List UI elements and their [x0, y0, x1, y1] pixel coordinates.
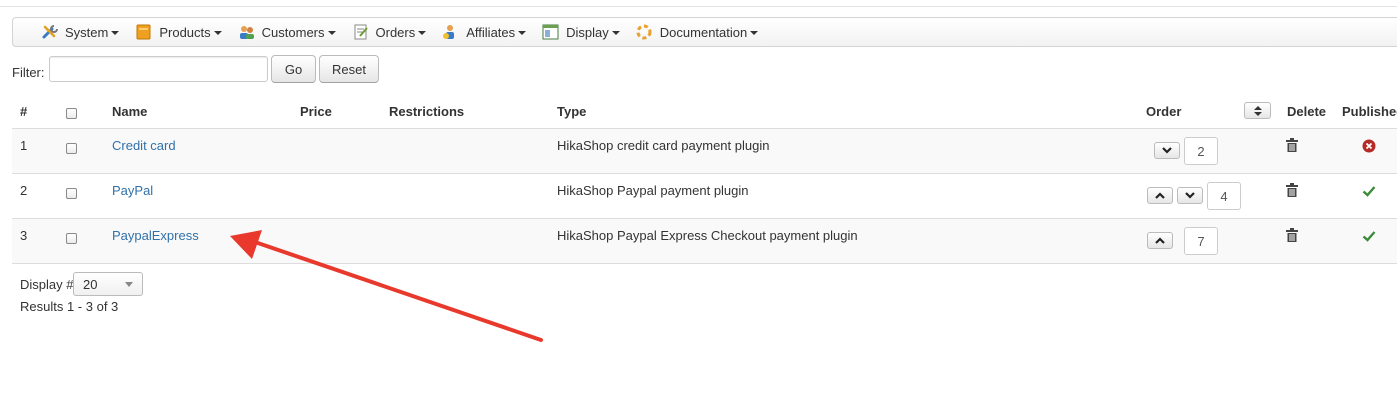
annotation-arrow — [230, 230, 543, 342]
